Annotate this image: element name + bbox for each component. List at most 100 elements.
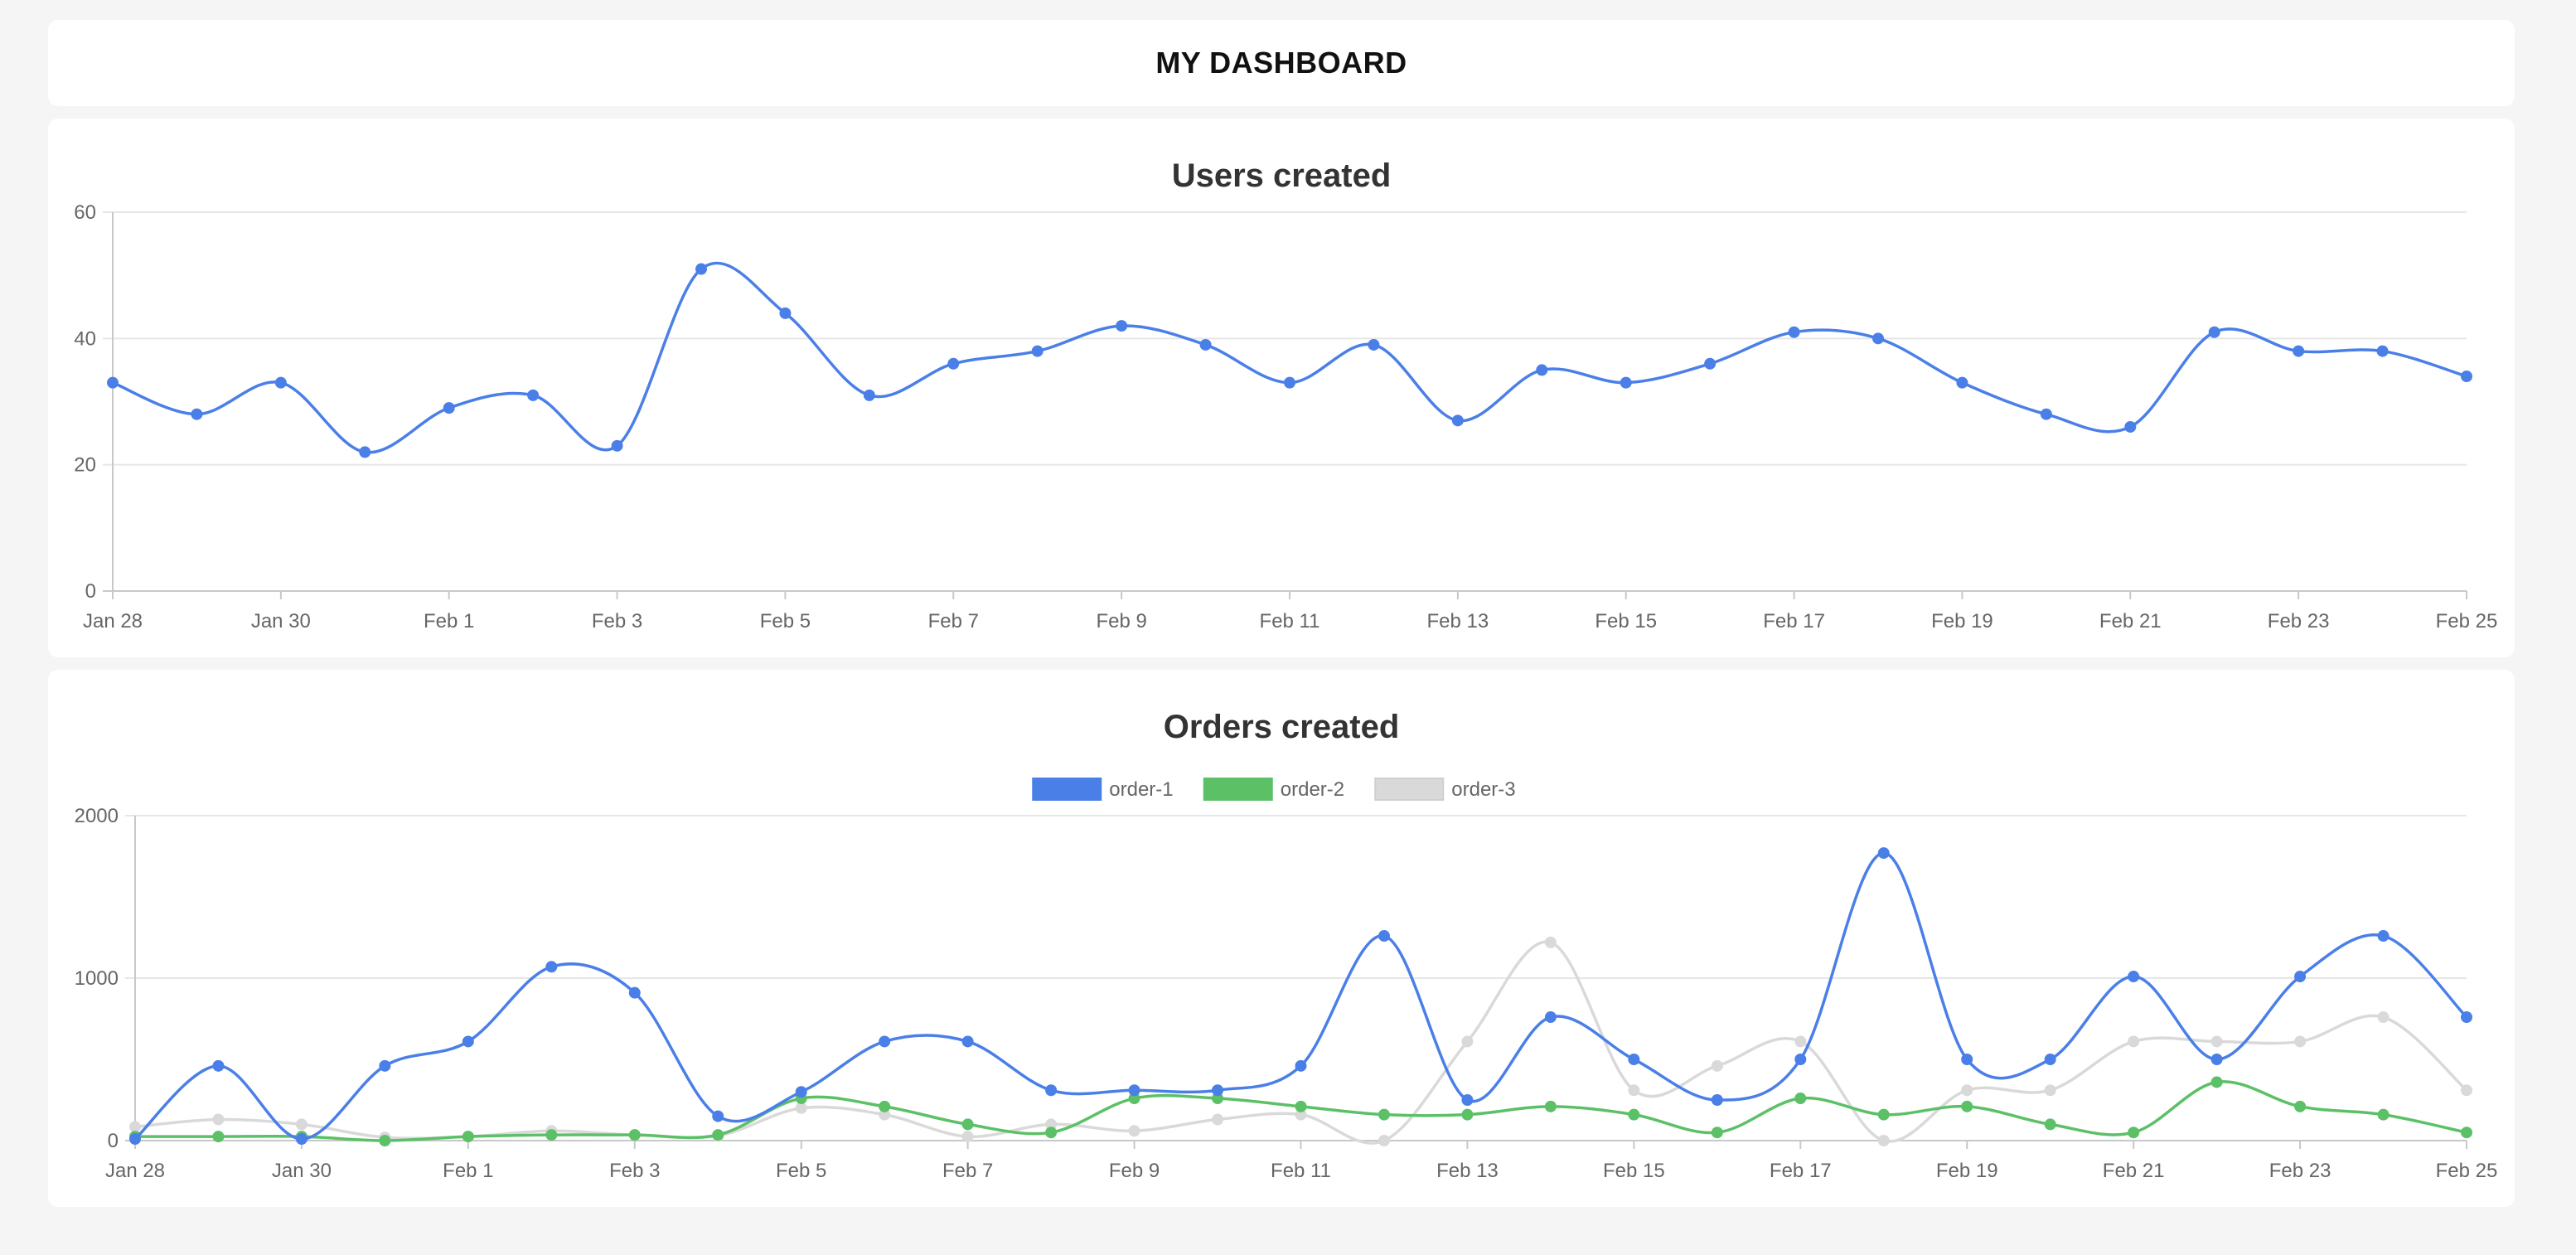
header-card: MY DASHBOARD	[48, 20, 2515, 106]
x-tick-label: Feb 15	[1595, 610, 1657, 632]
x-tick-label: Feb 1	[443, 1160, 493, 1182]
order-1-point	[1461, 1094, 1474, 1106]
order-3-point	[295, 1118, 307, 1131]
y-tick-label: 0	[85, 580, 96, 603]
order-1-point	[2377, 930, 2390, 942]
x-tick-label: Feb 19	[1936, 1160, 1998, 1182]
x-tick-label: Feb 21	[2103, 1160, 2165, 1182]
x-tick-label: Feb 25	[2436, 1160, 2498, 1182]
order-3-point	[1877, 1135, 1890, 1146]
order-1-point	[1961, 1054, 1973, 1065]
x-tick-label: Feb 17	[1770, 1160, 1832, 1182]
series-1-point	[2040, 408, 2052, 420]
page-title: MY DASHBOARD	[1155, 46, 1407, 80]
x-tick-label: Feb 9	[1096, 610, 1146, 632]
order-3-point	[1544, 936, 1557, 948]
order-1-point	[462, 1035, 474, 1048]
order-3-point	[2210, 1035, 2223, 1048]
order-2-point	[379, 1135, 391, 1146]
order-3-point	[961, 1131, 974, 1143]
y-tick-label: 2000	[75, 805, 119, 827]
order-1-point	[1295, 1059, 1307, 1072]
x-tick-label: Feb 19	[1931, 610, 1993, 632]
order-3-point	[1128, 1125, 1140, 1137]
order-1-point	[1877, 847, 1890, 860]
order-2-point	[212, 1131, 225, 1143]
series-1-point	[1116, 320, 1128, 332]
series-1-point	[191, 408, 203, 420]
x-tick-label: Feb 7	[928, 610, 979, 632]
x-tick-label: Jan 28	[105, 1160, 165, 1182]
x-tick-label: Feb 17	[1763, 610, 1825, 632]
order-1-point	[1212, 1084, 1224, 1097]
order-3-point	[212, 1113, 225, 1126]
order-1-point	[129, 1133, 141, 1146]
y-tick-label: 40	[74, 327, 96, 350]
legend-label: order-2	[1281, 778, 1344, 801]
chart-title: Orders created	[1164, 709, 1400, 745]
series-1-point	[359, 446, 371, 458]
series-1-point	[947, 357, 960, 370]
order-2-point	[1628, 1108, 1640, 1121]
order-2-point	[2377, 1108, 2390, 1121]
order-2-point	[462, 1131, 474, 1143]
legend-label: order-3	[1451, 778, 1515, 801]
order-2-point	[1711, 1127, 1723, 1139]
order-1-point	[795, 1086, 807, 1098]
series-1-point	[1704, 357, 1717, 370]
series-1-point	[1620, 376, 1632, 389]
legend-swatch	[1203, 778, 1273, 801]
order-1-point	[1378, 930, 1390, 942]
order-2-point	[2044, 1118, 2056, 1131]
order-3-point	[2044, 1084, 2056, 1097]
series-1-point	[695, 263, 707, 275]
series-1-point	[1368, 338, 1380, 351]
x-tick-label: Feb 23	[2269, 1160, 2331, 1182]
order-3-point	[1711, 1059, 1723, 1072]
series-1-point	[1872, 332, 1884, 345]
y-tick-label: 20	[74, 454, 96, 477]
users-created-chart: Users created 0 20 40 60 Jan 28 Jan 30 Feb 1 Feb…	[74, 157, 2498, 632]
order-1-point	[2044, 1054, 2056, 1065]
order-2-point	[2294, 1100, 2307, 1112]
x-tick-label: Feb 13	[1436, 1160, 1499, 1182]
order-1-point	[628, 986, 641, 999]
order-1-point	[1711, 1094, 1723, 1106]
series-1-line	[112, 261, 2467, 454]
order-3-point	[1794, 1035, 1807, 1048]
series-1-point	[2293, 345, 2305, 357]
order-1-point	[2210, 1054, 2223, 1065]
series-1-point	[611, 439, 623, 452]
order-3-point	[2294, 1035, 2307, 1048]
order-1-point	[961, 1035, 974, 1048]
order-1-point	[2294, 971, 2307, 983]
order-2-point	[1961, 1100, 1973, 1112]
series-1-point	[2376, 345, 2389, 357]
order-1-point	[1544, 1011, 1557, 1024]
legend-swatch	[1374, 778, 1445, 801]
x-tick-label: Feb 25	[2436, 610, 2498, 632]
users-chart-card: Users created 0 20 40 60 Jan 28 Jan 30 Feb 1 Feb…	[48, 119, 2515, 657]
series-1-point	[1788, 326, 1800, 338]
order-3-point	[2377, 1011, 2390, 1024]
y-tick-label: 60	[74, 201, 96, 224]
y-tick-label: 0	[108, 1130, 119, 1152]
x-tick-label: Feb 9	[1109, 1160, 1160, 1182]
order-2-point	[1461, 1108, 1474, 1121]
order-2-point	[1378, 1108, 1390, 1121]
order-1-point	[1045, 1084, 1058, 1097]
order-1-point	[379, 1059, 391, 1072]
series-1-point	[107, 376, 119, 389]
order-1-point	[295, 1133, 307, 1146]
x-tick-label: Feb 3	[592, 610, 642, 632]
x-tick-label: Feb 5	[760, 610, 811, 632]
legend-swatch	[1032, 778, 1102, 801]
order-1-point	[712, 1110, 724, 1122]
x-tick-label: Feb 7	[942, 1160, 993, 1182]
order-2-point	[1045, 1127, 1058, 1139]
order-2-point	[712, 1129, 724, 1141]
order-2-point	[879, 1100, 891, 1112]
order-2-point	[545, 1129, 558, 1141]
x-tick-label: Feb 11	[1260, 610, 1320, 632]
series-1-point	[1451, 414, 1464, 427]
